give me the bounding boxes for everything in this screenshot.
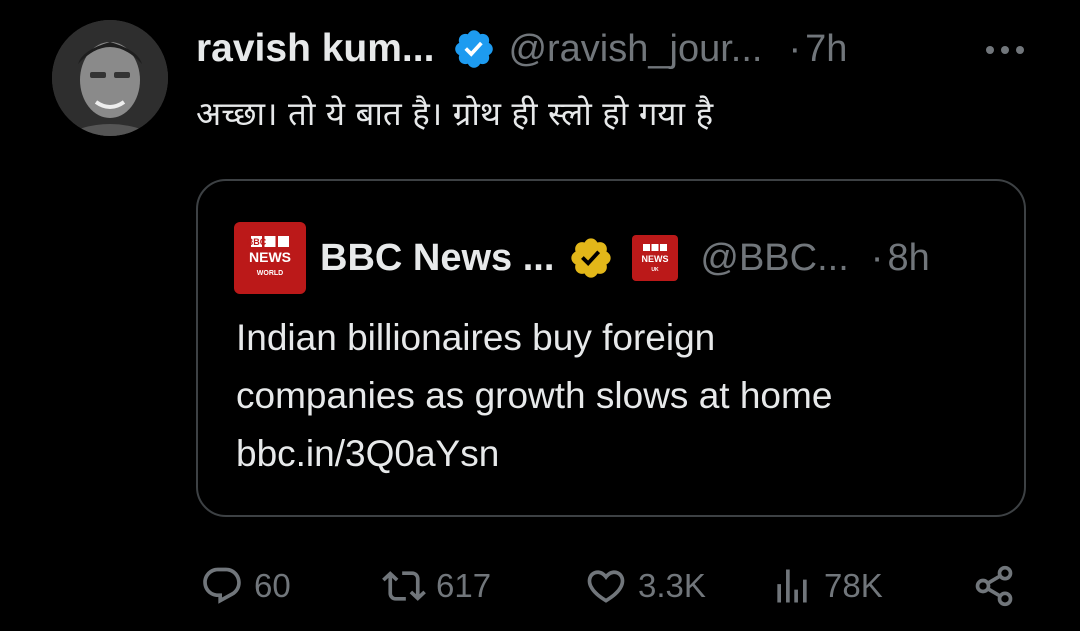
views-count: 78K <box>824 567 883 604</box>
bbc-logo-letter: BBC <box>247 237 267 247</box>
quoted-author-handle[interactable]: @BBC... <box>700 237 848 280</box>
quoted-separator-dot: · <box>870 236 884 279</box>
quoted-tweet-header: BBC NEWS WORLD BBC News ... NEWS UK @BBC… <box>234 222 988 294</box>
share-button[interactable] <box>972 560 1016 612</box>
verified-gold-icon[interactable] <box>568 235 614 281</box>
author-name[interactable]: ravish kum... <box>196 27 434 71</box>
repost-count: 617 <box>436 567 492 604</box>
more-icon[interactable] <box>980 28 1030 72</box>
views-icon <box>777 569 807 603</box>
bbc-news-logo[interactable]: BBC NEWS WORLD <box>234 222 306 294</box>
views-button[interactable]: 78K <box>770 560 883 612</box>
verified-blue-icon[interactable] <box>452 27 496 71</box>
bbc-logo-news-text: NEWS <box>249 249 291 265</box>
quoted-tweet-text: Indian billionaires buy foreign companie… <box>236 309 1006 483</box>
affiliate-badge[interactable]: NEWS UK <box>632 235 679 281</box>
quoted-text-line: Indian billionaires buy foreign <box>236 317 716 358</box>
action-bar: 60 617 3.3K 78K <box>196 560 1030 612</box>
share-icon <box>975 565 1013 607</box>
quoted-text-line: companies as growth slows at home <box>236 375 833 416</box>
repost-button[interactable]: 617 <box>382 560 491 612</box>
affiliate-uk-text: UK <box>652 267 660 273</box>
like-button[interactable]: 3.3K <box>584 560 706 612</box>
like-count: 3.3K <box>638 567 706 604</box>
quoted-tweet-card[interactable]: BBC NEWS WORLD BBC News ... NEWS UK @BBC… <box>196 179 1026 517</box>
quoted-timestamp[interactable]: 8h <box>887 237 929 280</box>
quoted-link[interactable]: bbc.in/3Q0aYsn <box>236 425 1006 483</box>
reply-button[interactable]: 60 <box>200 560 291 612</box>
bbc-logo-world-text: WORLD <box>257 270 283 277</box>
quoted-author-name[interactable]: BBC News ... <box>320 237 554 280</box>
like-icon <box>587 570 625 603</box>
avatar[interactable] <box>52 20 168 136</box>
reply-count: 60 <box>254 567 291 604</box>
author-handle[interactable]: @ravish_jour... <box>508 28 762 71</box>
separator-dot: · <box>788 27 802 70</box>
repost-icon <box>382 571 426 601</box>
reply-icon <box>203 567 241 604</box>
tweet-header: ravish kum... @ravish_jour... · 7h <box>196 22 1030 76</box>
tweet-text: अच्छा। तो ये बात है। ग्रोथ ही स्लो हो गय… <box>196 94 714 133</box>
timestamp[interactable]: 7h <box>805 28 847 71</box>
affiliate-news-text: NEWS <box>642 254 669 264</box>
